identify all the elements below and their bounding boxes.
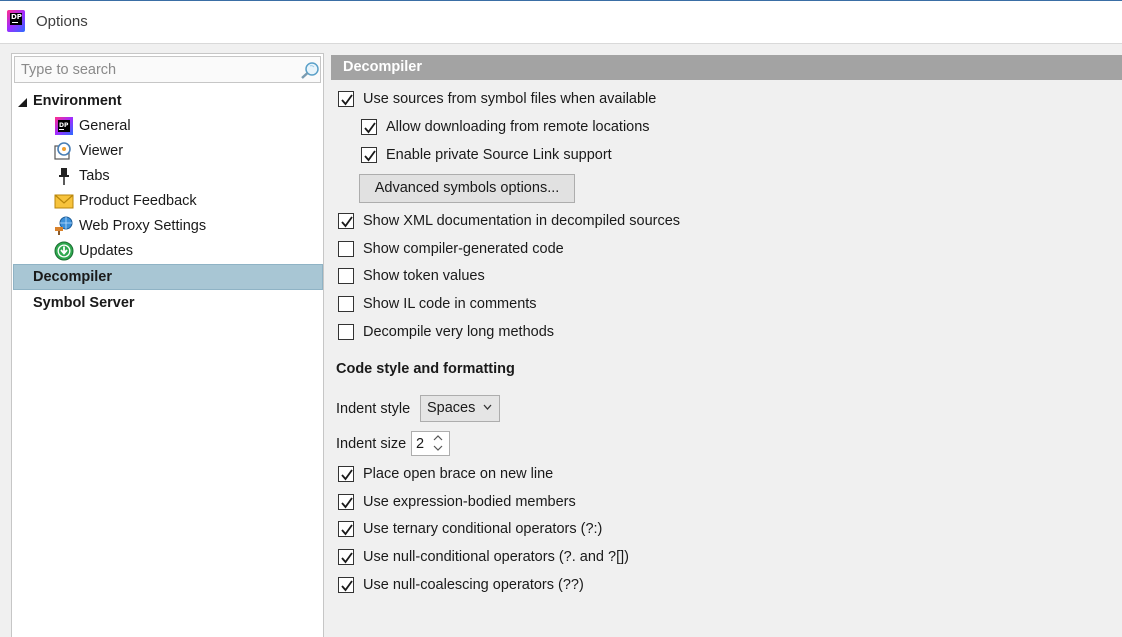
download-update-icon xyxy=(54,241,74,261)
checkmark-icon xyxy=(341,497,353,509)
checkbox[interactable] xyxy=(338,466,354,482)
dotpeek-app-icon: DP xyxy=(7,10,25,32)
checkbox[interactable] xyxy=(338,241,354,257)
checkbox[interactable] xyxy=(361,147,377,163)
code-style-heading: Code style and formatting xyxy=(336,361,515,377)
envelope-icon xyxy=(54,194,74,209)
indent-style-label: Indent style xyxy=(336,401,411,417)
tree-item-web-proxy-settings[interactable]: Web Proxy Settings xyxy=(52,214,312,239)
checkbox[interactable] xyxy=(338,213,354,229)
viewer-icon xyxy=(54,142,71,160)
checkmark-icon xyxy=(364,150,376,162)
options-tree-pane: Environment DP General Viewer Tabs xyxy=(11,53,324,637)
checkmark-icon xyxy=(364,122,376,134)
tree-item-general[interactable]: DP General xyxy=(52,114,312,139)
checkmark-icon xyxy=(341,580,353,592)
checkmark-icon xyxy=(341,552,353,564)
checkbox[interactable] xyxy=(338,549,354,565)
checkbox[interactable] xyxy=(361,119,377,135)
checkbox[interactable] xyxy=(338,494,354,510)
tree-item-tabs[interactable]: Tabs xyxy=(52,164,312,189)
checkbox[interactable] xyxy=(338,324,354,340)
tree-item-decompiler[interactable]: Decompiler xyxy=(33,265,313,290)
checkbox[interactable] xyxy=(338,577,354,593)
spin-down-icon[interactable] xyxy=(432,444,444,452)
checkmark-icon xyxy=(341,216,353,228)
search-box[interactable] xyxy=(14,56,321,83)
svg-text:DP: DP xyxy=(59,122,69,129)
checkmark-icon xyxy=(341,524,353,536)
tree-item-symbol-server[interactable]: Symbol Server xyxy=(33,291,313,316)
search-input[interactable] xyxy=(21,61,291,79)
collapse-arrow-icon[interactable] xyxy=(18,98,27,107)
tree-item-viewer[interactable]: Viewer xyxy=(52,139,312,164)
section-header: Decompiler xyxy=(331,55,1122,80)
pin-icon xyxy=(59,168,69,185)
search-icon[interactable] xyxy=(299,61,321,81)
chevron-down-icon xyxy=(483,404,492,410)
indent-size-label: Indent size xyxy=(336,436,407,452)
title-bar: DP Options xyxy=(0,0,1122,44)
window-title: Options xyxy=(36,13,88,30)
checkbox[interactable] xyxy=(338,296,354,312)
indent-size-stepper[interactable]: 2 xyxy=(411,431,450,456)
dotpeek-icon: DP xyxy=(55,117,73,135)
indent-style-select[interactable]: Spaces xyxy=(420,395,500,422)
tree-item-product-feedback[interactable]: Product Feedback xyxy=(52,189,312,214)
globe-network-icon xyxy=(55,216,73,235)
advanced-symbols-options-button[interactable]: Advanced symbols options... xyxy=(359,174,575,203)
checkmark-icon xyxy=(341,94,353,106)
checkbox[interactable] xyxy=(338,268,354,284)
tree-item-updates[interactable]: Updates xyxy=(52,239,312,264)
checkbox[interactable] xyxy=(338,521,354,537)
checkmark-icon xyxy=(341,469,353,481)
spin-up-icon[interactable] xyxy=(432,434,444,442)
tree-item-environment[interactable]: Environment xyxy=(12,89,312,114)
checkbox[interactable] xyxy=(338,91,354,107)
